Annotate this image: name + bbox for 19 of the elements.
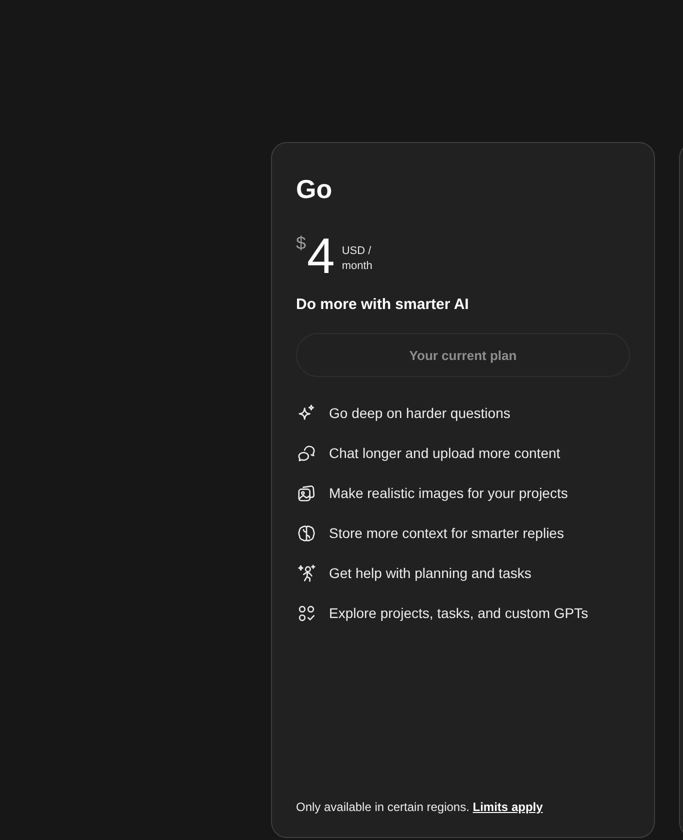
feature-text: Store more context for smarter replies: [329, 524, 564, 543]
price-amount: 4: [307, 233, 335, 279]
feature-text: Chat longer and upload more content: [329, 444, 560, 463]
feature-text: Go deep on harder questions: [329, 404, 510, 423]
images-icon: [297, 484, 316, 502]
price-unit: USD / month: [342, 244, 374, 274]
sparkle-icon: [297, 404, 316, 422]
feature-text: Make realistic images for your projects: [329, 484, 568, 503]
feature-text: Get help with planning and tasks: [329, 564, 532, 583]
plan-tagline: Do more with smarter AI: [296, 295, 470, 315]
plan-name: Go: [296, 173, 334, 205]
person-sparkle-icon: [297, 564, 316, 582]
chat-bubbles-icon: [297, 444, 316, 462]
availability-note: Only available in certain regions. Limits apply: [296, 799, 544, 815]
grid-check-icon: [297, 604, 316, 622]
feature-text: Explore projects, tasks, and custom GPTs: [329, 604, 588, 623]
brain-icon: [297, 524, 316, 542]
limits-link[interactable]: Limits apply: [472, 800, 543, 814]
currency-symbol: $: [296, 233, 306, 253]
